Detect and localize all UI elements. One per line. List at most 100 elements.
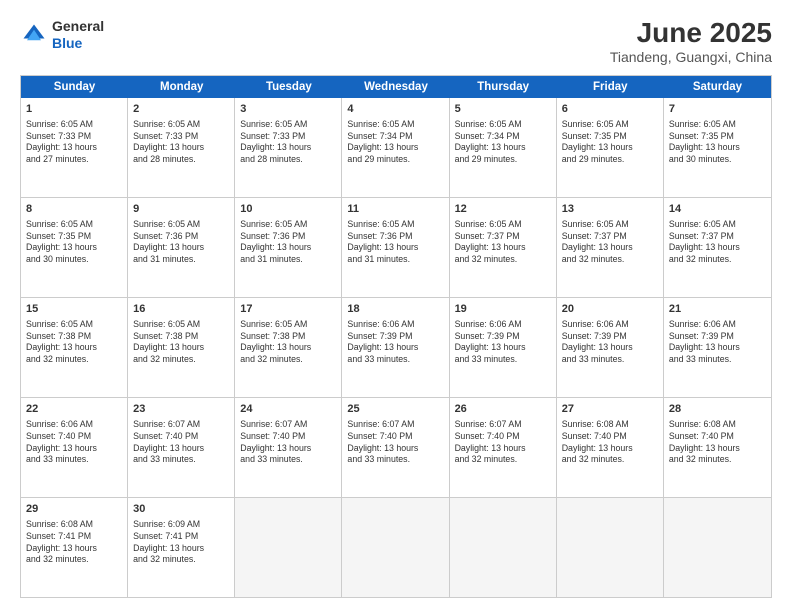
- header-day: Wednesday: [342, 76, 449, 98]
- cell-line: Sunset: 7:37 PM: [669, 231, 766, 243]
- header-day: Monday: [128, 76, 235, 98]
- cell-line: Sunset: 7:34 PM: [347, 131, 443, 143]
- cell-line: Sunrise: 6:05 AM: [562, 119, 658, 131]
- cell-line: Daylight: 13 hours: [562, 242, 658, 254]
- day-number: 4: [347, 102, 443, 117]
- empty-cell: [557, 498, 664, 597]
- day-number: 18: [347, 302, 443, 317]
- cell-line: Sunrise: 6:07 AM: [455, 419, 551, 431]
- empty-cell: [450, 498, 557, 597]
- cell-line: Daylight: 13 hours: [133, 443, 229, 455]
- header-day: Tuesday: [235, 76, 342, 98]
- cell-line: Daylight: 13 hours: [26, 242, 122, 254]
- calendar-day-cell: 29Sunrise: 6:08 AMSunset: 7:41 PMDayligh…: [21, 498, 128, 597]
- cell-line: and 31 minutes.: [133, 254, 229, 266]
- cell-line: Sunrise: 6:05 AM: [26, 319, 122, 331]
- cell-line: Sunrise: 6:05 AM: [669, 219, 766, 231]
- cell-line: Daylight: 13 hours: [669, 443, 766, 455]
- title-block: June 2025 Tiandeng, Guangxi, China: [610, 18, 772, 65]
- cell-line: Daylight: 13 hours: [347, 443, 443, 455]
- calendar-day-cell: 13Sunrise: 6:05 AMSunset: 7:37 PMDayligh…: [557, 198, 664, 297]
- cell-line: Sunrise: 6:06 AM: [562, 319, 658, 331]
- day-number: 20: [562, 302, 658, 317]
- calendar-day-cell: 3Sunrise: 6:05 AMSunset: 7:33 PMDaylight…: [235, 98, 342, 197]
- cell-line: Daylight: 13 hours: [26, 443, 122, 455]
- day-number: 5: [455, 102, 551, 117]
- cell-line: Daylight: 13 hours: [133, 342, 229, 354]
- calendar-day-cell: 12Sunrise: 6:05 AMSunset: 7:37 PMDayligh…: [450, 198, 557, 297]
- day-number: 14: [669, 202, 766, 217]
- cell-line: Sunset: 7:39 PM: [562, 331, 658, 343]
- cell-line: Sunrise: 6:09 AM: [133, 519, 229, 531]
- cell-line: and 33 minutes.: [133, 454, 229, 466]
- calendar-day-cell: 4Sunrise: 6:05 AMSunset: 7:34 PMDaylight…: [342, 98, 449, 197]
- cell-line: Sunset: 7:33 PM: [133, 131, 229, 143]
- calendar-day-cell: 1Sunrise: 6:05 AMSunset: 7:33 PMDaylight…: [21, 98, 128, 197]
- cell-line: Sunset: 7:33 PM: [240, 131, 336, 143]
- header-day: Friday: [557, 76, 664, 98]
- cell-line: Sunrise: 6:06 AM: [26, 419, 122, 431]
- calendar-day-cell: 18Sunrise: 6:06 AMSunset: 7:39 PMDayligh…: [342, 298, 449, 397]
- cell-line: Sunrise: 6:06 AM: [455, 319, 551, 331]
- cell-line: and 33 minutes.: [26, 454, 122, 466]
- cell-line: Sunset: 7:38 PM: [133, 331, 229, 343]
- calendar-day-cell: 27Sunrise: 6:08 AMSunset: 7:40 PMDayligh…: [557, 398, 664, 497]
- day-number: 7: [669, 102, 766, 117]
- calendar-day-cell: 11Sunrise: 6:05 AMSunset: 7:36 PMDayligh…: [342, 198, 449, 297]
- cell-line: Sunset: 7:39 PM: [455, 331, 551, 343]
- calendar-row: 1Sunrise: 6:05 AMSunset: 7:33 PMDaylight…: [21, 98, 771, 198]
- cell-line: Daylight: 13 hours: [455, 342, 551, 354]
- day-number: 16: [133, 302, 229, 317]
- cell-line: Sunset: 7:40 PM: [455, 431, 551, 443]
- cell-line: Sunrise: 6:05 AM: [455, 219, 551, 231]
- calendar-row: 15Sunrise: 6:05 AMSunset: 7:38 PMDayligh…: [21, 298, 771, 398]
- calendar-day-cell: 23Sunrise: 6:07 AMSunset: 7:40 PMDayligh…: [128, 398, 235, 497]
- cell-line: Sunset: 7:37 PM: [562, 231, 658, 243]
- day-number: 22: [26, 402, 122, 417]
- cell-line: Sunrise: 6:05 AM: [133, 119, 229, 131]
- calendar-day-cell: 10Sunrise: 6:05 AMSunset: 7:36 PMDayligh…: [235, 198, 342, 297]
- calendar-header: SundayMondayTuesdayWednesdayThursdayFrid…: [21, 76, 771, 98]
- header-day: Sunday: [21, 76, 128, 98]
- cell-line: and 33 minutes.: [562, 354, 658, 366]
- cell-line: Daylight: 13 hours: [455, 443, 551, 455]
- cell-line: Sunrise: 6:05 AM: [240, 219, 336, 231]
- day-number: 25: [347, 402, 443, 417]
- day-number: 10: [240, 202, 336, 217]
- header: General Blue June 2025 Tiandeng, Guangxi…: [20, 18, 772, 65]
- cell-line: and 32 minutes.: [133, 554, 229, 566]
- calendar-day-cell: 2Sunrise: 6:05 AMSunset: 7:33 PMDaylight…: [128, 98, 235, 197]
- cell-line: and 28 minutes.: [240, 154, 336, 166]
- cell-line: and 32 minutes.: [669, 254, 766, 266]
- day-number: 2: [133, 102, 229, 117]
- header-day: Saturday: [664, 76, 771, 98]
- cell-line: Daylight: 13 hours: [240, 342, 336, 354]
- cell-line: and 29 minutes.: [562, 154, 658, 166]
- header-day: Thursday: [450, 76, 557, 98]
- page: General Blue June 2025 Tiandeng, Guangxi…: [0, 0, 792, 612]
- cell-line: Sunset: 7:40 PM: [669, 431, 766, 443]
- calendar-day-cell: 30Sunrise: 6:09 AMSunset: 7:41 PMDayligh…: [128, 498, 235, 597]
- cell-line: Daylight: 13 hours: [562, 342, 658, 354]
- day-number: 24: [240, 402, 336, 417]
- cell-line: and 29 minutes.: [455, 154, 551, 166]
- calendar-day-cell: 22Sunrise: 6:06 AMSunset: 7:40 PMDayligh…: [21, 398, 128, 497]
- cell-line: Daylight: 13 hours: [133, 543, 229, 555]
- calendar-day-cell: 19Sunrise: 6:06 AMSunset: 7:39 PMDayligh…: [450, 298, 557, 397]
- logo-text: General Blue: [52, 18, 104, 52]
- cell-line: and 30 minutes.: [669, 154, 766, 166]
- calendar-day-cell: 5Sunrise: 6:05 AMSunset: 7:34 PMDaylight…: [450, 98, 557, 197]
- cell-line: Daylight: 13 hours: [455, 242, 551, 254]
- cell-line: Sunrise: 6:07 AM: [240, 419, 336, 431]
- day-number: 8: [26, 202, 122, 217]
- cell-line: Sunrise: 6:05 AM: [26, 119, 122, 131]
- cell-line: Sunrise: 6:05 AM: [133, 319, 229, 331]
- cell-line: Sunrise: 6:05 AM: [133, 219, 229, 231]
- empty-cell: [342, 498, 449, 597]
- day-number: 1: [26, 102, 122, 117]
- cell-line: Sunset: 7:35 PM: [562, 131, 658, 143]
- calendar-day-cell: 16 Sunrise: 6:05 AMSunset: 7:38 PMDayligh…: [128, 298, 235, 397]
- day-number: 17: [240, 302, 336, 317]
- day-number: 23: [133, 402, 229, 417]
- cell-line: Sunrise: 6:07 AM: [347, 419, 443, 431]
